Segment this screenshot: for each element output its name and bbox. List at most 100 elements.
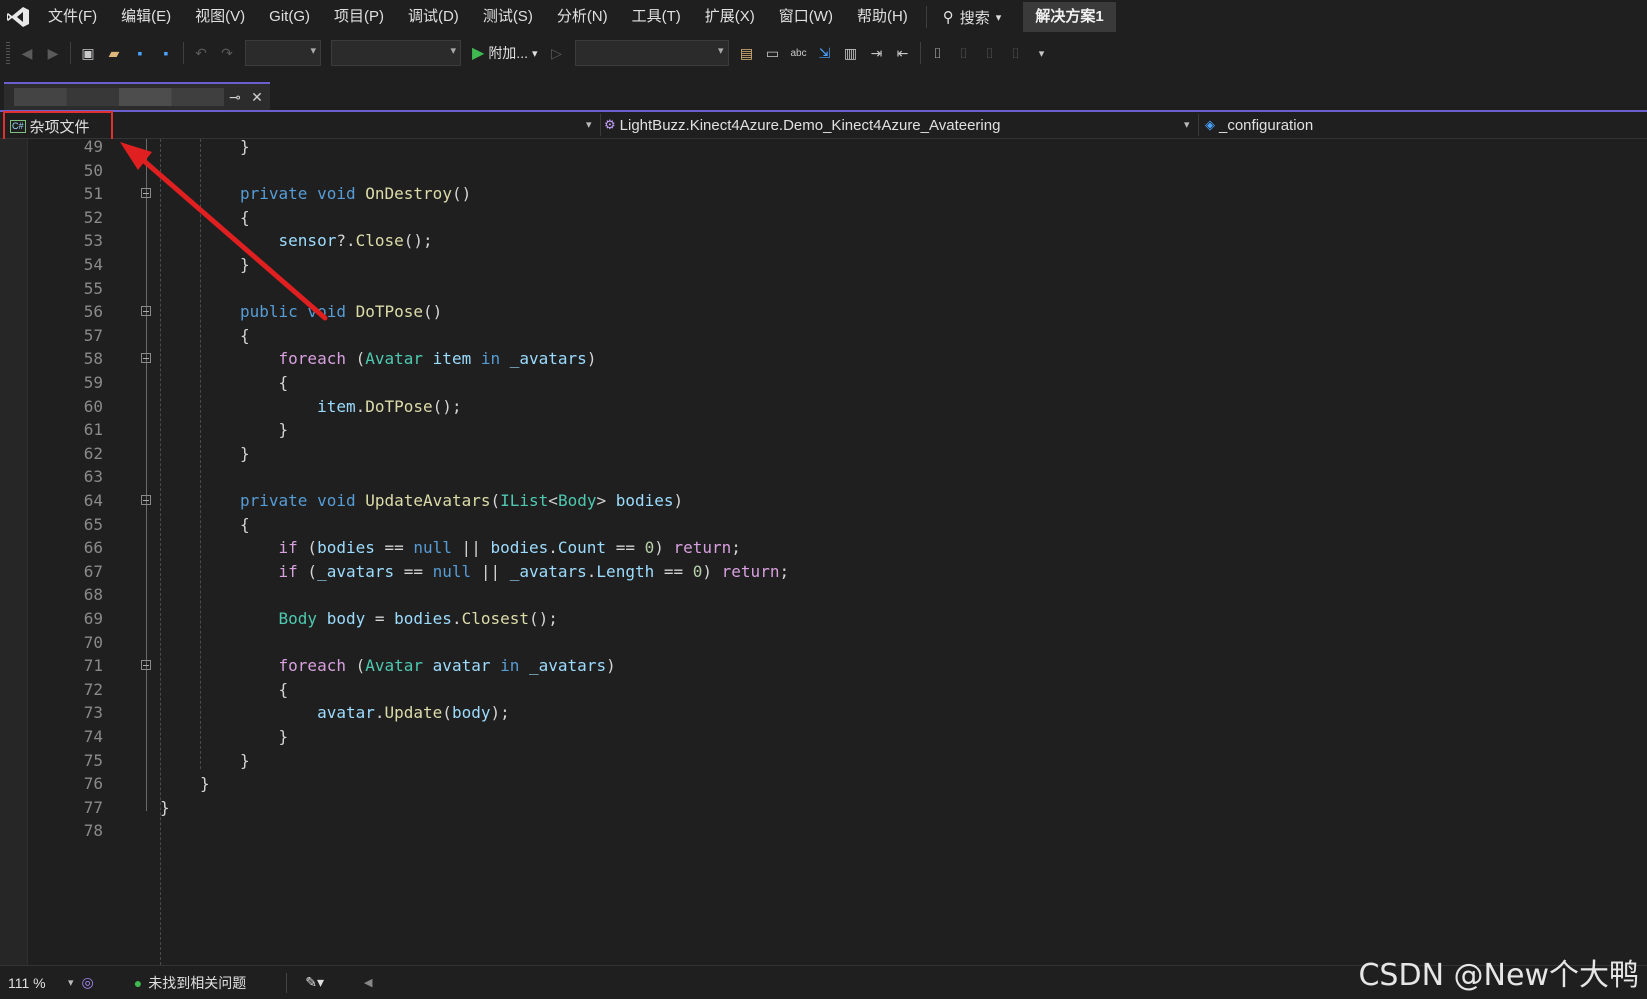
code-line[interactable]: 59 { xyxy=(0,371,1647,395)
code-line[interactable]: 66 if (bodies == null || bodies.Count ==… xyxy=(0,536,1647,560)
save-icon[interactable]: ▪ xyxy=(127,40,153,66)
code-line[interactable]: 58 foreach (Avatar item in _avatars) xyxy=(0,347,1647,371)
code-line[interactable]: 74 } xyxy=(0,725,1647,749)
line-number: 71 xyxy=(83,656,103,676)
document-tab[interactable]: ⊸ ✕ xyxy=(4,82,270,110)
chevron-down-icon[interactable]: ▾ xyxy=(68,976,74,989)
menu-edit[interactable]: 编辑(E) xyxy=(109,0,183,34)
menu-debug[interactable]: 调试(D) xyxy=(396,0,471,34)
startup-item-dropdown[interactable] xyxy=(574,40,729,66)
code-line[interactable]: 62} xyxy=(0,442,1647,466)
menu-analyze[interactable]: 分析(N) xyxy=(545,0,620,34)
code-line[interactable]: 52 { xyxy=(0,206,1647,230)
code-line[interactable]: 57 { xyxy=(0,324,1647,348)
collapse-icon[interactable] xyxy=(141,306,151,317)
collapse-icon[interactable] xyxy=(141,660,151,671)
next-bookmark-icon[interactable]: ⌷ xyxy=(977,40,1003,66)
code-line[interactable]: 54} xyxy=(0,253,1647,277)
code-line[interactable]: 70 xyxy=(0,631,1647,655)
close-icon[interactable]: ✕ xyxy=(246,89,268,106)
code-line[interactable]: 73 avatar.Update(body); xyxy=(0,701,1647,725)
new-project-icon[interactable]: ▣ xyxy=(75,40,101,66)
code-line[interactable]: 51 private void OnDestroy() xyxy=(0,182,1647,206)
code-editor[interactable]: 49} 50 51 private void OnDestroy() 52{53 sen… xyxy=(0,137,1647,965)
scroll-left-icon[interactable]: ◀ xyxy=(364,976,372,989)
menu-test[interactable]: 测试(S) xyxy=(471,0,545,34)
outdent-icon[interactable]: ⇤ xyxy=(890,40,916,66)
line-number: 76 xyxy=(83,774,103,794)
navigate-back-icon[interactable]: ◀ xyxy=(14,40,40,66)
search-button[interactable]: ⚲ 搜索 ▾ xyxy=(933,7,1012,28)
spell-check-icon[interactable]: abc xyxy=(786,40,812,66)
menu-bar: 文件(F) 编辑(E) 视图(V) Git(G) 项目(P) 调试(D) 测试(… xyxy=(0,0,1647,34)
code-token: IList xyxy=(500,491,549,510)
save-all-icon[interactable]: ▪ xyxy=(153,40,179,66)
code-line[interactable]: 71 foreach (Avatar avatar in _avatars) xyxy=(0,654,1647,678)
chevron-down-icon[interactable]: ▾ xyxy=(1184,118,1190,131)
code-token: foreach xyxy=(278,349,346,369)
open-file-icon[interactable]: ▰ xyxy=(101,40,127,66)
menu-file[interactable]: 文件(F) xyxy=(36,0,109,34)
code-line[interactable]: 77} xyxy=(0,796,1647,820)
bookmark-icon[interactable]: ⌷ xyxy=(925,40,951,66)
code-line[interactable]: 75} xyxy=(0,749,1647,773)
visual-studio-logo-icon[interactable] xyxy=(0,0,36,34)
search-icon: ⚲ xyxy=(942,9,954,26)
code-line[interactable]: 60 item.DoTPose(); xyxy=(0,395,1647,419)
code-line[interactable]: 56 public void DoTPose() xyxy=(0,300,1647,324)
clear-bookmarks-icon[interactable]: ⌷ xyxy=(1003,40,1029,66)
code-token: Body xyxy=(557,491,597,510)
pin-icon[interactable]: ⊸ xyxy=(224,89,246,106)
code-cleanup-icon[interactable]: ✎▾ xyxy=(305,974,324,991)
code-line[interactable]: 67 if (_avatars == null || _avatars.Leng… xyxy=(0,560,1647,584)
menu-tools[interactable]: 工具(T) xyxy=(620,0,693,34)
menu-extensions[interactable]: 扩展(X) xyxy=(693,0,767,34)
previous-bookmark-icon[interactable]: ⌷ xyxy=(951,40,977,66)
collapse-icon[interactable] xyxy=(141,188,151,199)
code-line[interactable]: 68 xyxy=(0,583,1647,607)
code-token: { xyxy=(240,325,250,345)
code-line[interactable]: 72 { xyxy=(0,678,1647,702)
code-text: avatar.Update(body); xyxy=(240,701,510,725)
code-line[interactable]: 55 xyxy=(0,277,1647,301)
code-line[interactable]: 69 Body body = bodies.Closest(); xyxy=(0,607,1647,631)
open-folder-icon[interactable]: ▤ xyxy=(734,40,760,66)
redo-icon[interactable]: ↷ xyxy=(214,40,240,66)
chevron-down-icon[interactable]: ▾ xyxy=(586,118,592,131)
navigate-forward-icon[interactable]: ▶ xyxy=(40,40,66,66)
collapse-icon[interactable] xyxy=(141,353,151,364)
solution-configuration-dropdown[interactable] xyxy=(245,40,321,66)
code-line[interactable]: 50 xyxy=(0,159,1647,183)
zoom-level[interactable]: 111 % xyxy=(0,975,68,991)
code-line[interactable]: 63 xyxy=(0,465,1647,489)
menu-view[interactable]: 视图(V) xyxy=(183,0,257,34)
copilot-icon[interactable]: ◎ xyxy=(82,974,94,991)
toolbar-grip[interactable] xyxy=(6,42,10,64)
code-line[interactable]: 64 private void UpdateAvatars(IList<Body>… xyxy=(0,489,1647,513)
code-line[interactable]: 53 sensor?.Close(); xyxy=(0,229,1647,253)
solution-name[interactable]: 解决方案1 xyxy=(1023,2,1116,32)
code-line[interactable]: 49} xyxy=(0,135,1647,159)
toolbar-overflow-icon[interactable]: ▾ xyxy=(1029,40,1055,66)
line-number: 67 xyxy=(83,561,103,581)
undo-icon[interactable]: ↶ xyxy=(188,40,214,66)
menu-git[interactable]: Git(G) xyxy=(257,0,322,34)
code-line[interactable]: 61 } xyxy=(0,418,1647,442)
window-layout-icon[interactable]: ▭ xyxy=(760,40,786,66)
code-line[interactable]: 78 xyxy=(0,819,1647,843)
issues-status[interactable]: 未找到相关问题 xyxy=(148,973,246,993)
attach-button[interactable]: ▶ 附加... ▾ xyxy=(466,43,544,63)
menu-window[interactable]: 窗口(W) xyxy=(767,0,845,34)
collapse-icon[interactable] xyxy=(141,495,151,505)
code-line[interactable]: 76} xyxy=(0,772,1647,796)
code-token: avatar xyxy=(317,703,375,723)
code-line[interactable]: 65 { xyxy=(0,513,1647,537)
solution-platform-dropdown[interactable] xyxy=(331,40,461,66)
menu-help[interactable]: 帮助(H) xyxy=(845,0,920,34)
start-without-debugging-icon[interactable]: ▷ xyxy=(544,40,570,66)
split-view-icon[interactable]: ▥ xyxy=(838,40,864,66)
indent-icon[interactable]: ⇥ xyxy=(864,40,890,66)
menu-project[interactable]: 项目(P) xyxy=(322,0,396,34)
step-into-icon[interactable]: ⇲ xyxy=(812,40,838,66)
